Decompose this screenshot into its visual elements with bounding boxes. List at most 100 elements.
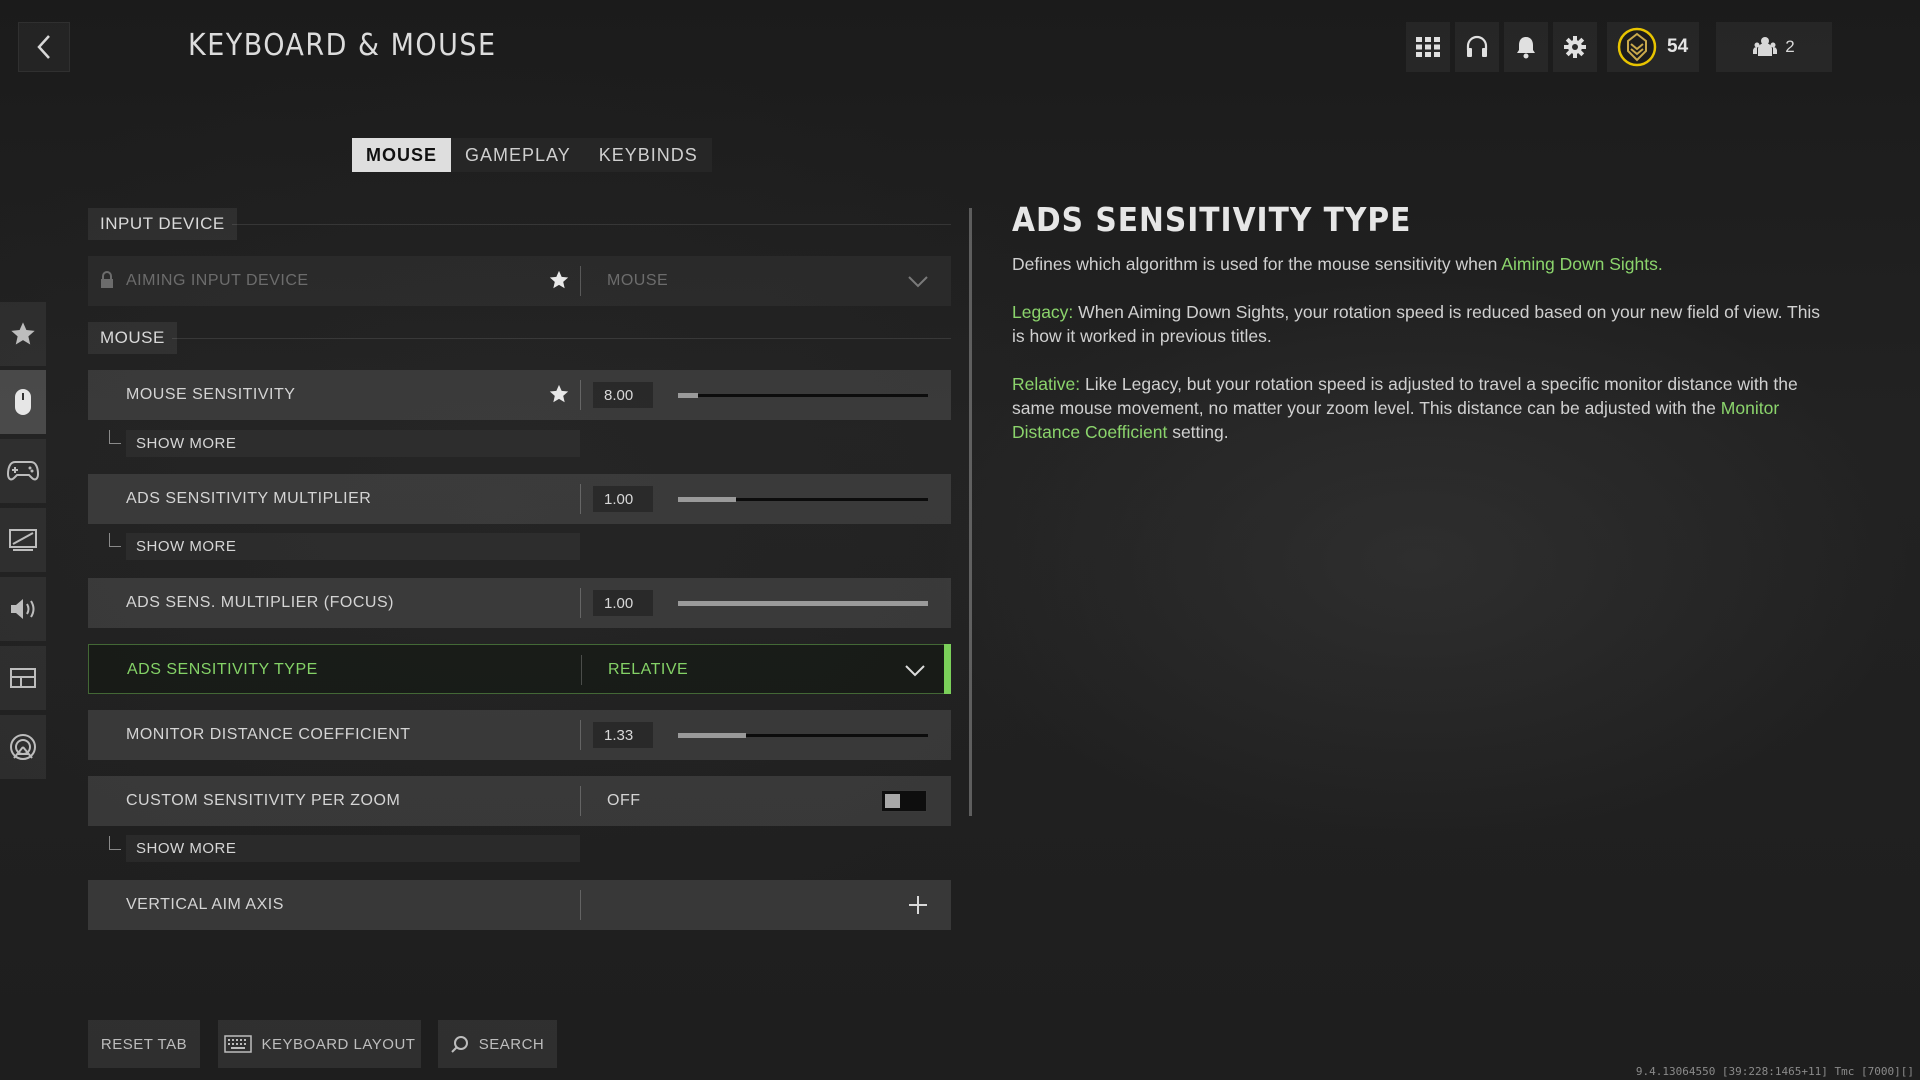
display-icon bbox=[9, 529, 37, 551]
setting-label: ADS SENS. MULTIPLIER (FOCUS) bbox=[126, 594, 394, 611]
search-icon bbox=[451, 1036, 468, 1053]
rail-mouse[interactable] bbox=[0, 370, 46, 434]
player-rank[interactable]: 54 bbox=[1607, 22, 1699, 72]
plus-icon[interactable] bbox=[907, 894, 929, 916]
tab-mouse[interactable]: MOUSE bbox=[352, 138, 452, 172]
slider-fill bbox=[678, 733, 746, 738]
setting-label: CUSTOM SENSITIVITY PER ZOOM bbox=[126, 792, 401, 809]
setting-ads-sens-multiplier-focus[interactable]: ADS SENS. MULTIPLIER (FOCUS) 1.00 bbox=[88, 578, 951, 628]
build-version: 9.4.13064550 [39:228:1465+11] Tmc [7000]… bbox=[1635, 1065, 1914, 1078]
setting-value: OFF bbox=[607, 792, 641, 809]
row-divider bbox=[580, 786, 581, 816]
keyboard-layout-button[interactable]: KEYBOARD LAYOUT bbox=[218, 1020, 421, 1068]
button-label: KEYBOARD LAYOUT bbox=[261, 1035, 416, 1053]
description-relative: Relative: Like Legacy, but your rotation… bbox=[1012, 372, 1832, 444]
description-text: setting. bbox=[1172, 422, 1229, 442]
grid-icon bbox=[1416, 37, 1440, 57]
favorite-star-icon[interactable] bbox=[548, 383, 570, 405]
setting-mouse-sensitivity[interactable]: MOUSE SENSITIVITY 8.00 bbox=[88, 370, 951, 420]
description-legacy: Legacy: When Aiming Down Sights, your ro… bbox=[1012, 300, 1832, 348]
reset-tab-button[interactable]: RESET TAB bbox=[88, 1020, 200, 1068]
scrollbar[interactable] bbox=[969, 208, 972, 816]
slider[interactable] bbox=[678, 497, 928, 502]
interface-icon bbox=[10, 668, 36, 688]
button-label: SEARCH bbox=[478, 1035, 545, 1053]
section-mouse: MOUSE bbox=[88, 322, 177, 354]
slider[interactable] bbox=[678, 393, 928, 398]
row-divider bbox=[580, 380, 581, 410]
favorite-star-icon[interactable] bbox=[548, 269, 570, 291]
page-title: KEYBOARD & MOUSE bbox=[188, 28, 497, 63]
tab-keybinds[interactable]: KEYBINDS bbox=[585, 138, 712, 172]
setting-monitor-distance-coefficient[interactable]: MONITOR DISTANCE COEFFICIENT 1.33 bbox=[88, 710, 951, 760]
setting-aiming-input-device[interactable]: AIMING INPUT DEVICE MOUSE bbox=[88, 256, 951, 306]
rail-account-network[interactable] bbox=[0, 715, 46, 779]
description-term: Relative: bbox=[1012, 374, 1081, 394]
setting-label: ADS SENSITIVITY TYPE bbox=[127, 661, 318, 678]
slider-fill bbox=[678, 393, 698, 398]
rail-interface[interactable] bbox=[0, 646, 46, 710]
setting-value: RELATIVE bbox=[608, 661, 689, 678]
selection-accent-bar bbox=[944, 644, 951, 694]
button-label: RESET TAB bbox=[100, 1035, 188, 1053]
keyboard-icon bbox=[223, 1035, 252, 1053]
setting-label: MOUSE SENSITIVITY bbox=[126, 386, 296, 403]
back-button[interactable] bbox=[18, 22, 70, 72]
party-icon bbox=[1753, 37, 1778, 56]
rail-controller[interactable] bbox=[0, 439, 46, 503]
description-text: Defines which algorithm is used for the … bbox=[1012, 254, 1498, 274]
setting-value: MOUSE bbox=[607, 272, 669, 289]
show-more-button[interactable]: SHOW MORE bbox=[126, 835, 580, 862]
chevron-down-icon[interactable] bbox=[904, 659, 926, 681]
headset-button[interactable] bbox=[1455, 22, 1499, 72]
description-link: Aiming Down Sights. bbox=[1501, 254, 1663, 274]
row-divider bbox=[581, 655, 582, 685]
setting-label: ADS SENSITIVITY MULTIPLIER bbox=[126, 490, 372, 507]
row-divider bbox=[580, 484, 581, 514]
show-more-button[interactable]: SHOW MORE bbox=[126, 533, 580, 560]
value-input[interactable]: 1.33 bbox=[593, 722, 653, 748]
slider[interactable] bbox=[678, 733, 928, 738]
gear-icon bbox=[1564, 36, 1586, 58]
party-count: 2 bbox=[1785, 37, 1795, 56]
description-intro: Defines which algorithm is used for the … bbox=[1012, 252, 1832, 276]
chevron-down-icon bbox=[908, 276, 928, 288]
setting-vertical-aim-axis[interactable]: VERTICAL AIM AXIS bbox=[88, 880, 951, 930]
grid-menu-button[interactable] bbox=[1406, 22, 1450, 72]
rail-audio[interactable] bbox=[0, 577, 46, 641]
mouse-icon bbox=[15, 389, 31, 415]
show-more-button[interactable]: SHOW MORE bbox=[126, 430, 580, 457]
row-divider bbox=[580, 720, 581, 750]
chevron-left-icon bbox=[37, 35, 50, 59]
setting-label: AIMING INPUT DEVICE bbox=[126, 272, 309, 289]
party-button[interactable]: 2 bbox=[1716, 22, 1832, 72]
controller-icon bbox=[7, 461, 39, 481]
speaker-icon bbox=[11, 599, 35, 619]
value-input[interactable]: 1.00 bbox=[593, 590, 653, 616]
notifications-button[interactable] bbox=[1504, 22, 1548, 72]
row-divider bbox=[580, 266, 581, 296]
setting-label: MONITOR DISTANCE COEFFICIENT bbox=[126, 726, 411, 743]
section-divider bbox=[172, 338, 951, 339]
description-title: ADS SENSITIVITY TYPE bbox=[1012, 200, 1412, 239]
rail-favorites[interactable] bbox=[0, 302, 46, 366]
toggle-knob bbox=[885, 794, 900, 808]
network-icon bbox=[10, 734, 36, 760]
settings-button[interactable] bbox=[1553, 22, 1597, 72]
description-term: Legacy: bbox=[1012, 302, 1074, 322]
setting-custom-sensitivity-per-zoom[interactable]: CUSTOM SENSITIVITY PER ZOOM OFF bbox=[88, 776, 951, 826]
setting-ads-sensitivity-type[interactable]: ADS SENSITIVITY TYPE RELATIVE bbox=[88, 644, 951, 694]
toggle-switch[interactable] bbox=[881, 790, 927, 812]
value-input[interactable]: 8.00 bbox=[593, 382, 653, 408]
slider[interactable] bbox=[678, 601, 928, 606]
rail-graphics[interactable] bbox=[0, 508, 46, 572]
value-input[interactable]: 1.00 bbox=[593, 486, 653, 512]
rank-level: 54 bbox=[1667, 36, 1689, 57]
bell-icon bbox=[1517, 37, 1535, 59]
tab-gameplay[interactable]: GAMEPLAY bbox=[451, 138, 585, 172]
search-button[interactable]: SEARCH bbox=[438, 1020, 557, 1068]
lock-icon bbox=[101, 271, 113, 288]
rank-emblem-icon bbox=[1617, 27, 1657, 67]
row-divider bbox=[580, 588, 581, 618]
setting-ads-sensitivity-multiplier[interactable]: ADS SENSITIVITY MULTIPLIER 1.00 bbox=[88, 474, 951, 524]
